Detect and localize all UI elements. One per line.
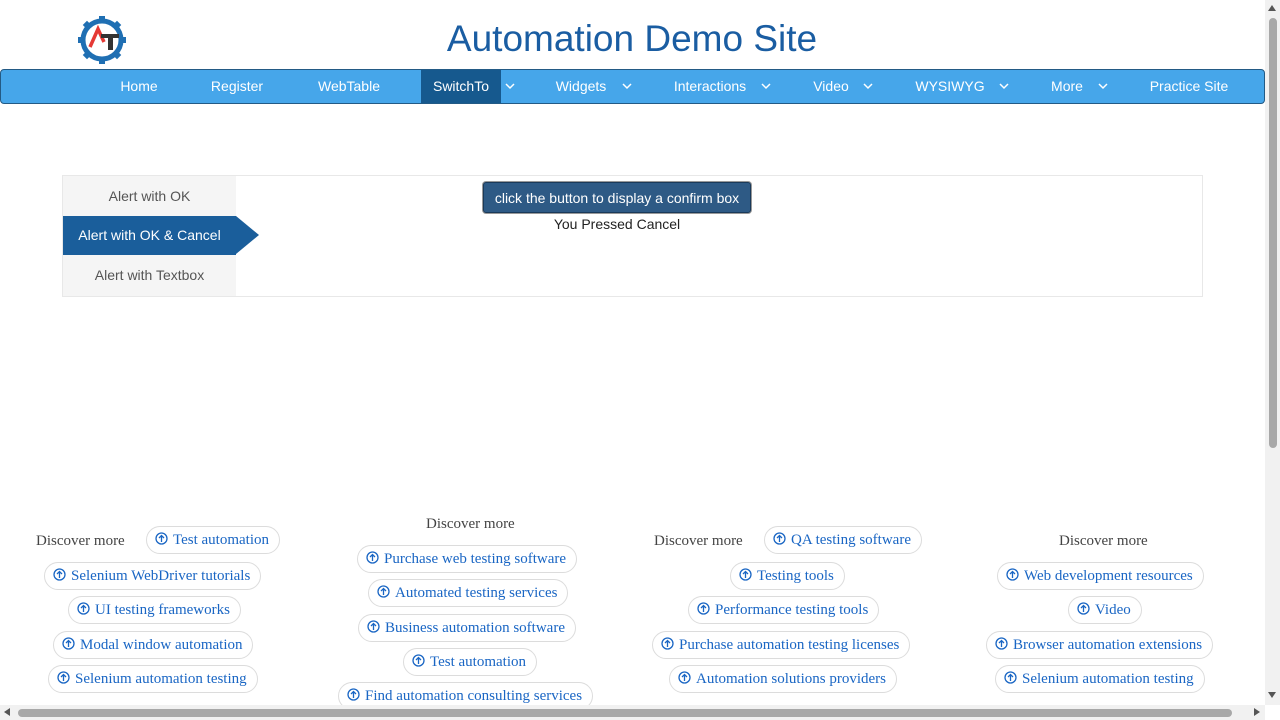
display-confirm-button[interactable]: click the button to display a confirm bo… (483, 182, 751, 213)
arrow-circle-icon (367, 616, 380, 633)
discover-chip[interactable]: Selenium automation testing (995, 665, 1205, 693)
discover-chip[interactable]: Video (1068, 596, 1142, 624)
discover-chip[interactable]: Selenium automation testing (48, 665, 258, 693)
alert-tabs: Alert with OK Alert with OK & Cancel Ale… (63, 176, 259, 296)
chip-label: Test automation (173, 532, 270, 548)
chip-label: Web development resources (1024, 568, 1193, 584)
nav-more[interactable]: More (1037, 70, 1097, 103)
discover-chip[interactable]: Web development resources (997, 562, 1204, 590)
chip-label: Video (1095, 602, 1131, 618)
chip-label: Selenium automation testing (1022, 671, 1194, 687)
chip-label: Performance testing tools (715, 602, 869, 618)
discover-chip[interactable]: Automated testing services (368, 579, 569, 607)
nav-webtable[interactable]: WebTable (303, 70, 395, 103)
chip-label: Find automation consulting services (365, 688, 583, 704)
chip-label: Modal window automation (80, 637, 243, 653)
discover-more-label: Discover more (654, 533, 743, 549)
arrow-circle-icon (57, 667, 70, 684)
arrow-circle-icon (678, 667, 691, 684)
discover-more-label: Discover more (1059, 533, 1148, 549)
chip-label: Automation solutions providers (696, 671, 886, 687)
chip-label: Testing tools (757, 568, 834, 584)
arrow-circle-icon (77, 598, 90, 615)
arrow-circle-icon (739, 564, 752, 581)
horizontal-scrollbar[interactable] (0, 705, 1265, 720)
nav-switchto[interactable]: SwitchTo (421, 70, 501, 103)
nav-practice-site[interactable]: Practice Site (1139, 70, 1239, 103)
discover-chip[interactable]: Test automation (146, 526, 281, 554)
arrow-circle-icon (661, 633, 674, 650)
arrow-circle-icon (155, 528, 168, 545)
nav-widgets[interactable]: Widgets (541, 70, 621, 103)
arrow-circle-icon (347, 684, 360, 701)
discover-more-label: Discover more (36, 533, 125, 549)
discover-chip[interactable]: Automation solutions providers (669, 665, 897, 693)
arrow-circle-icon (773, 528, 786, 545)
chip-label: Selenium automation testing (75, 671, 247, 687)
chip-label: Purchase web testing software (384, 551, 567, 567)
arrow-circle-icon (62, 633, 75, 650)
alerts-panel: Alert with OK Alert with OK & Cancel Ale… (62, 175, 1203, 297)
discover-more-label: Discover more (426, 516, 515, 532)
nav-video[interactable]: Video (801, 70, 861, 103)
chevron-down-icon[interactable] (501, 70, 519, 103)
discover-chip[interactable]: QA testing software (764, 526, 922, 554)
discover-chip[interactable]: Test automation (403, 648, 538, 676)
arrow-circle-icon (697, 598, 710, 615)
scroll-up-arrow-icon[interactable] (1268, 5, 1276, 11)
chip-label: QA testing software (791, 532, 911, 548)
discover-chip[interactable]: Business automation software (358, 614, 576, 642)
discover-chip[interactable]: Performance testing tools (688, 596, 880, 624)
discover-chip[interactable]: Purchase automation testing licenses (652, 631, 911, 659)
main-navbar: Home Register WebTable SwitchTo Widgets … (0, 69, 1265, 104)
discover-chip[interactable]: Purchase web testing software (357, 545, 578, 573)
scroll-right-arrow-icon[interactable] (1254, 708, 1260, 716)
chevron-down-icon[interactable] (618, 70, 636, 103)
chip-label: Selenium WebDriver tutorials (71, 568, 251, 584)
arrow-circle-icon (377, 581, 390, 598)
chevron-down-icon[interactable] (757, 70, 775, 103)
chip-label: Test automation (430, 654, 527, 670)
vertical-scrollbar[interactable] (1265, 0, 1280, 705)
discover-chip[interactable]: Browser automation extensions (986, 631, 1214, 659)
chevron-down-icon[interactable] (859, 70, 877, 103)
vertical-scroll-thumb[interactable] (1269, 18, 1277, 448)
arrow-circle-icon (412, 650, 425, 667)
arrow-circle-icon (53, 564, 66, 581)
arrow-circle-icon (1077, 598, 1090, 615)
nav-interactions[interactable]: Interactions (665, 70, 755, 103)
nav-wysiwyg[interactable]: WYSIWYG (906, 70, 994, 103)
confirm-result-text: You Pressed Cancel (553, 216, 681, 232)
discover-chip[interactable]: UI testing frameworks (68, 596, 241, 624)
discover-chip[interactable]: Modal window automation (53, 631, 254, 659)
scroll-down-arrow-icon[interactable] (1268, 692, 1276, 698)
nav-register[interactable]: Register (197, 70, 277, 103)
chip-label: UI testing frameworks (95, 602, 230, 618)
chip-label: Automated testing services (395, 585, 558, 601)
chevron-down-icon[interactable] (995, 70, 1013, 103)
page-title: Automation Demo Site (446, 18, 818, 59)
arrow-circle-icon (995, 633, 1008, 650)
tab-alert-ok[interactable]: Alert with OK (63, 177, 236, 216)
arrow-circle-icon (1006, 564, 1019, 581)
arrow-circle-icon (1004, 667, 1017, 684)
tab-alert-textbox[interactable]: Alert with Textbox (63, 256, 236, 295)
chip-label: Purchase automation testing licenses (679, 637, 900, 653)
chevron-down-icon[interactable] (1094, 70, 1112, 103)
discover-chip[interactable]: Testing tools (730, 562, 845, 590)
discover-chip[interactable]: Selenium WebDriver tutorials (44, 562, 262, 590)
scroll-left-arrow-icon[interactable] (4, 708, 10, 716)
chip-label: Browser automation extensions (1013, 637, 1203, 653)
horizontal-scroll-thumb[interactable] (18, 709, 1232, 717)
tab-alert-ok-cancel[interactable]: Alert with OK & Cancel (63, 216, 259, 255)
arrow-circle-icon (366, 547, 379, 564)
chip-label: Business automation software (385, 620, 565, 636)
nav-home[interactable]: Home (99, 70, 179, 103)
